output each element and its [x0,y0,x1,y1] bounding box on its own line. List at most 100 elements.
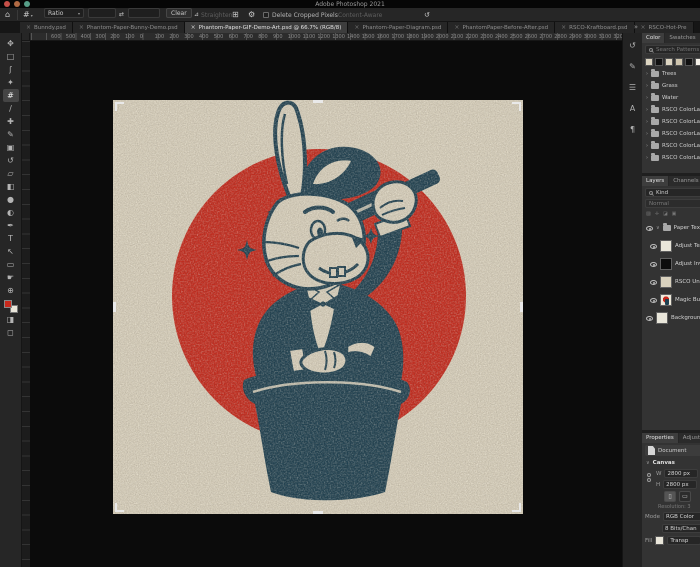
pattern-swatch[interactable] [695,58,700,66]
close-tab-icon[interactable]: × [641,24,646,31]
history-brush-tool-icon[interactable]: ↺ [3,154,19,167]
clone-stamp-tool-icon[interactable]: ▣ [3,141,19,154]
orientation-landscape-button[interactable]: ▭ [679,491,691,502]
group-expand-chevron-icon[interactable]: ∨ [656,225,660,231]
layer-thumbnail[interactable] [660,294,672,306]
zoom-tool-icon[interactable]: ⊕ [3,284,19,297]
chevron-right-icon[interactable]: › [646,107,648,113]
overlay-grid-icon[interactable]: ⊞ [232,11,239,19]
pattern-swatch[interactable] [665,58,673,66]
blend-mode-select[interactable]: Normal [645,199,700,208]
pattern-folder-row[interactable]: ›RSCO ColorLab [642,152,700,164]
document-tab[interactable]: ×Bunndy.psd [20,22,73,33]
document-tab[interactable]: ×Phantom-Paper-Diagram.psd [348,22,448,33]
document-tab[interactable]: ×Phantom-Paper-Bunny-Demo.psd [73,22,185,33]
layer-row[interactable]: Adjust Inv [642,255,700,273]
pattern-swatch[interactable] [645,58,653,66]
document-tab[interactable]: ×RSCO-Kraftboard.psd [555,22,634,33]
patterns-tab-swatches[interactable]: Swatches [665,33,699,43]
layers-tab-channels[interactable]: Channels [669,176,700,186]
crop-tool-icon[interactable]: # [3,89,19,102]
screen-mode-icon[interactable]: ◻ [3,326,19,339]
pattern-folder-row[interactable]: ›RSCO ColorLab [642,128,700,140]
straighten-button[interactable]: ⊿ Straighten [194,8,232,22]
bit-depth-select[interactable]: 8 Bits/Chan ▾ [662,524,700,533]
brush-tool-icon[interactable]: ✎ [3,128,19,141]
lasso-tool-icon[interactable]: ʃ [3,63,19,76]
horizontal-ruler[interactable]: 6005004003002001000100200300400500600700… [22,33,622,41]
document-canvas[interactable] [113,100,523,514]
chevron-right-icon[interactable]: › [646,155,648,161]
brushes-panel-icon[interactable]: ✎ [626,60,640,72]
color-mode-select[interactable]: RGB Color ▾ [663,512,700,521]
layer-row[interactable]: Adjust Tex [642,237,700,255]
gradient-tool-icon[interactable]: ◧ [3,180,19,193]
type-tool-icon[interactable]: T [3,232,19,245]
layer-visibility-eye-icon[interactable] [646,316,653,321]
reset-crop-icon[interactable]: ↺ [424,11,430,19]
lock-transparency-icon[interactable]: ▨ [646,211,651,217]
close-tab-icon[interactable]: × [79,24,84,31]
foreground-color-swatch[interactable] [4,300,12,308]
chevron-right-icon[interactable]: › [646,143,648,149]
crop-handle-left[interactable] [113,302,116,312]
crop-handle-bottom-left[interactable] [115,503,124,512]
crop-handle-top-right[interactable] [512,102,521,111]
shape-tool-icon[interactable]: ▭ [3,258,19,271]
layer-row[interactable]: Background [642,309,700,327]
character-panel-icon[interactable]: A [626,102,640,114]
chevron-right-icon[interactable]: › [646,119,648,125]
layer-visibility-eye-icon[interactable] [650,262,657,267]
layer-visibility-eye-icon[interactable] [650,280,657,285]
pattern-swatch[interactable] [685,58,693,66]
layer-row[interactable]: RSCO Un [642,273,700,291]
crop-handle-top[interactable] [313,100,323,103]
close-tab-icon[interactable]: × [191,24,196,31]
close-tab-icon[interactable]: × [354,24,359,31]
eyedropper-tool-icon[interactable]: ∕ [3,102,19,115]
lock-all-icon[interactable]: ▣ [672,211,677,217]
layer-filter-select[interactable]: Kind ▾ [645,188,700,197]
document-tab[interactable]: ×RSCO-Hot-Pre [635,22,694,33]
crop-handle-bottom-right[interactable] [512,503,521,512]
hand-tool-icon[interactable]: ☛ [3,271,19,284]
chevron-right-icon[interactable]: › [646,95,648,101]
pattern-folder-row[interactable]: ›Trees [642,68,700,80]
lock-position-icon[interactable]: ◪ [663,211,668,217]
home-icon[interactable]: ⌂ [5,11,10,19]
chevron-right-icon[interactable]: › [646,131,648,137]
crop-ratio-select[interactable]: Ratio ▾ [44,8,84,18]
document-tab[interactable]: ×PhantomPaper-Before-After.psd [448,22,555,33]
canvas-width-field[interactable]: 2800 px [664,469,698,478]
magic-wand-tool-icon[interactable]: ✦ [3,76,19,89]
adjustments-panel-icon[interactable]: ☰ [626,81,640,93]
patterns-tab-color[interactable]: Color [642,33,664,43]
healing-brush-tool-icon[interactable]: ✚ [3,115,19,128]
properties-tab-adjustme[interactable]: Adjustme [679,433,700,443]
layer-visibility-eye-icon[interactable] [650,244,657,249]
quick-mask-icon[interactable]: ◨ [3,313,19,326]
fill-swatch[interactable] [655,536,664,545]
pattern-folder-row[interactable]: ›Grass [642,80,700,92]
move-tool-icon[interactable]: ✥ [3,37,19,50]
pattern-swatch[interactable] [655,58,663,66]
pattern-folder-row[interactable]: ›RSCO ColorLab [642,104,700,116]
crop-tool-icon[interactable]: # [23,11,30,19]
document-tab[interactable]: ×Phantom-Paper-GIF-Demo-Art.psd @ 66.7% … [185,22,349,33]
history-panel-icon[interactable]: ↺ [626,39,640,51]
layer-visibility-eye-icon[interactable] [646,226,653,231]
blur-tool-icon[interactable]: ● [3,193,19,206]
pattern-folder-row[interactable]: ›RSCO ColorLab [642,116,700,128]
canvas-height-field[interactable]: 2800 px [663,480,697,489]
pattern-folder-row[interactable]: ›Water [642,92,700,104]
paragraph-panel-icon[interactable]: ¶ [626,123,640,135]
fill-select[interactable]: Transp [667,536,700,545]
crop-width-input[interactable] [88,8,116,18]
swap-dimensions-icon[interactable]: ⇄ [119,11,124,19]
layer-visibility-eye-icon[interactable] [650,298,657,303]
tab-overflow-icon[interactable]: » [634,23,638,31]
pattern-swatch[interactable] [675,58,683,66]
path-select-tool-icon[interactable]: ↖ [3,245,19,258]
properties-tab-properties[interactable]: Properties [642,433,678,443]
canvas-section-header[interactable]: ∨ Canvas [642,458,700,468]
